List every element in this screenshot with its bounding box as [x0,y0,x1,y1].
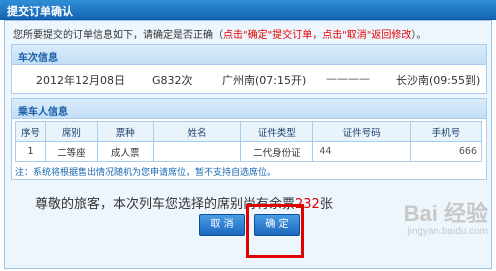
cell-name [152,141,242,162]
remaining-count: 232 [295,197,320,212]
cell-id-number: 44 [312,141,412,162]
cell-ticket-type: 成人票 [96,141,154,162]
train-number: G832次 [152,74,193,87]
col-header-ticket-type: 票种 [96,121,154,142]
departure-station: 广州南(07:15开) [222,74,307,87]
travel-date: 2012年12月08日 [36,74,125,87]
col-header-seq: 序号 [15,121,46,142]
cell-id-type: 二代身份证 [240,141,314,162]
col-header-seat: 席别 [44,121,98,142]
seat-note: 注：系统将根据售出情况随机为您申请席位，暂不支持自选席位。 [15,168,277,178]
intro-text: 您所要提交的订单信息如下，请确定是否正确（点击"确定"提交订单，点击"取消"返回… [13,26,426,41]
passenger-table-header: 序号 席别 票种 姓名 证件类型 证件号码 手机号 [15,121,482,142]
col-header-name: 姓名 [152,121,242,142]
intro-prefix: 您所要提交的订单信息如下，请确定是否正确（ [13,30,223,41]
remaining-tickets-text: 尊敬的旅客，本次列车您选择的席别尚有余票232张 [35,193,333,212]
order-confirm-dialog: 提交订单确认 您所要提交的订单信息如下，请确定是否正确（点击"确定"提交订单，点… [0,0,496,271]
intro-suffix: ）。 [411,30,427,41]
confirm-button[interactable]: 确 定 [254,214,300,236]
col-header-id-number: 证件号码 [312,121,412,142]
dialog-title: 提交订单确认 [7,5,73,18]
passenger-table: 序号 席别 票种 姓名 证件类型 证件号码 手机号 1 二等座 成人票 二代身份… [15,121,482,162]
passenger-info-header: 乘车人信息 [12,99,486,119]
watermark-logo: Bai 经验 [403,201,488,226]
remaining-prefix: 尊敬的旅客，本次列车您选择的席别尚有余票 [35,197,296,212]
passenger-info-title: 乘车人信息 [18,107,68,118]
col-header-phone: 手机号 [410,121,482,142]
cancel-button[interactable]: 取 消 [199,214,245,236]
train-info-title: 车次信息 [18,53,58,64]
col-header-id-type: 证件类型 [240,121,314,142]
route-separator: ———— [326,72,370,85]
remaining-suffix: 张 [319,197,333,212]
cell-seq: 1 [15,141,46,162]
dialog-title-bar: 提交订单确认 [0,0,496,20]
intro-instruction: 点击"确定"提交订单，点击"取消"返回修改 [223,30,412,41]
train-info-header: 车次信息 [12,45,486,65]
train-info-row: 2012年12月08日 G832次 广州南(07:15开) ———— 长沙南(0… [12,70,486,88]
train-info-section: 车次信息 2012年12月08日 G832次 广州南(07:15开) ———— … [11,44,487,94]
cell-phone: 666 [410,141,482,162]
arrival-station: 长沙南(09:55到) [396,74,481,87]
cell-seat: 二等座 [44,141,98,162]
baidu-jingyan-watermark: Bai 经验 jingyan.baidu.com [404,196,488,237]
table-row: 1 二等座 成人票 二代身份证 44 666 [15,141,482,162]
watermark-url: jingyan.baidu.com [407,226,488,237]
